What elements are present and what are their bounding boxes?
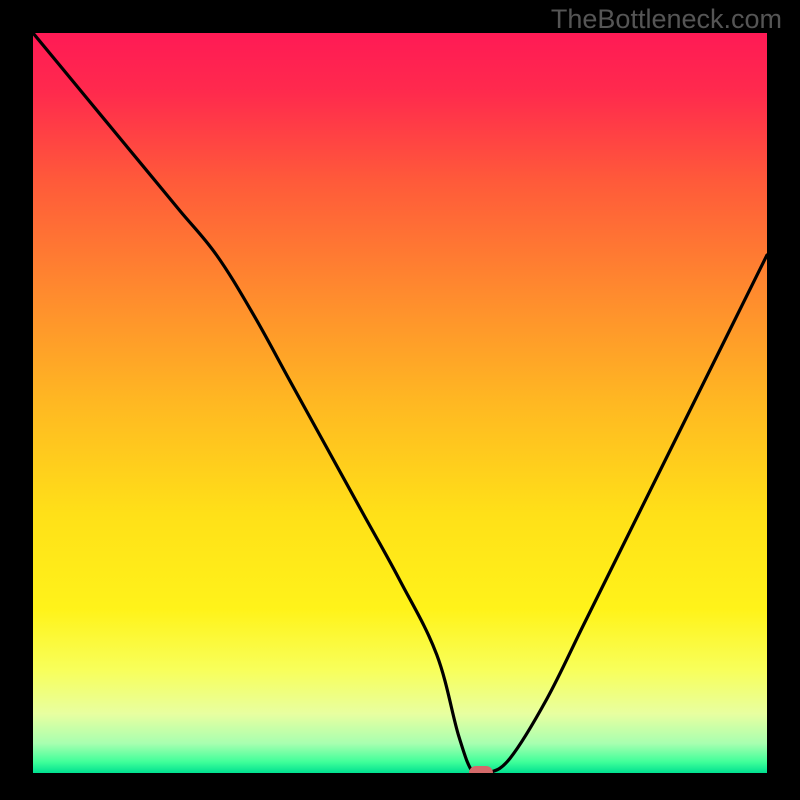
gradient-background	[33, 33, 767, 773]
optimal-marker	[469, 766, 493, 773]
chart-svg	[33, 33, 767, 773]
plot-area	[33, 33, 767, 773]
watermark-text: TheBottleneck.com	[551, 4, 782, 35]
chart-container: TheBottleneck.com	[0, 0, 800, 800]
